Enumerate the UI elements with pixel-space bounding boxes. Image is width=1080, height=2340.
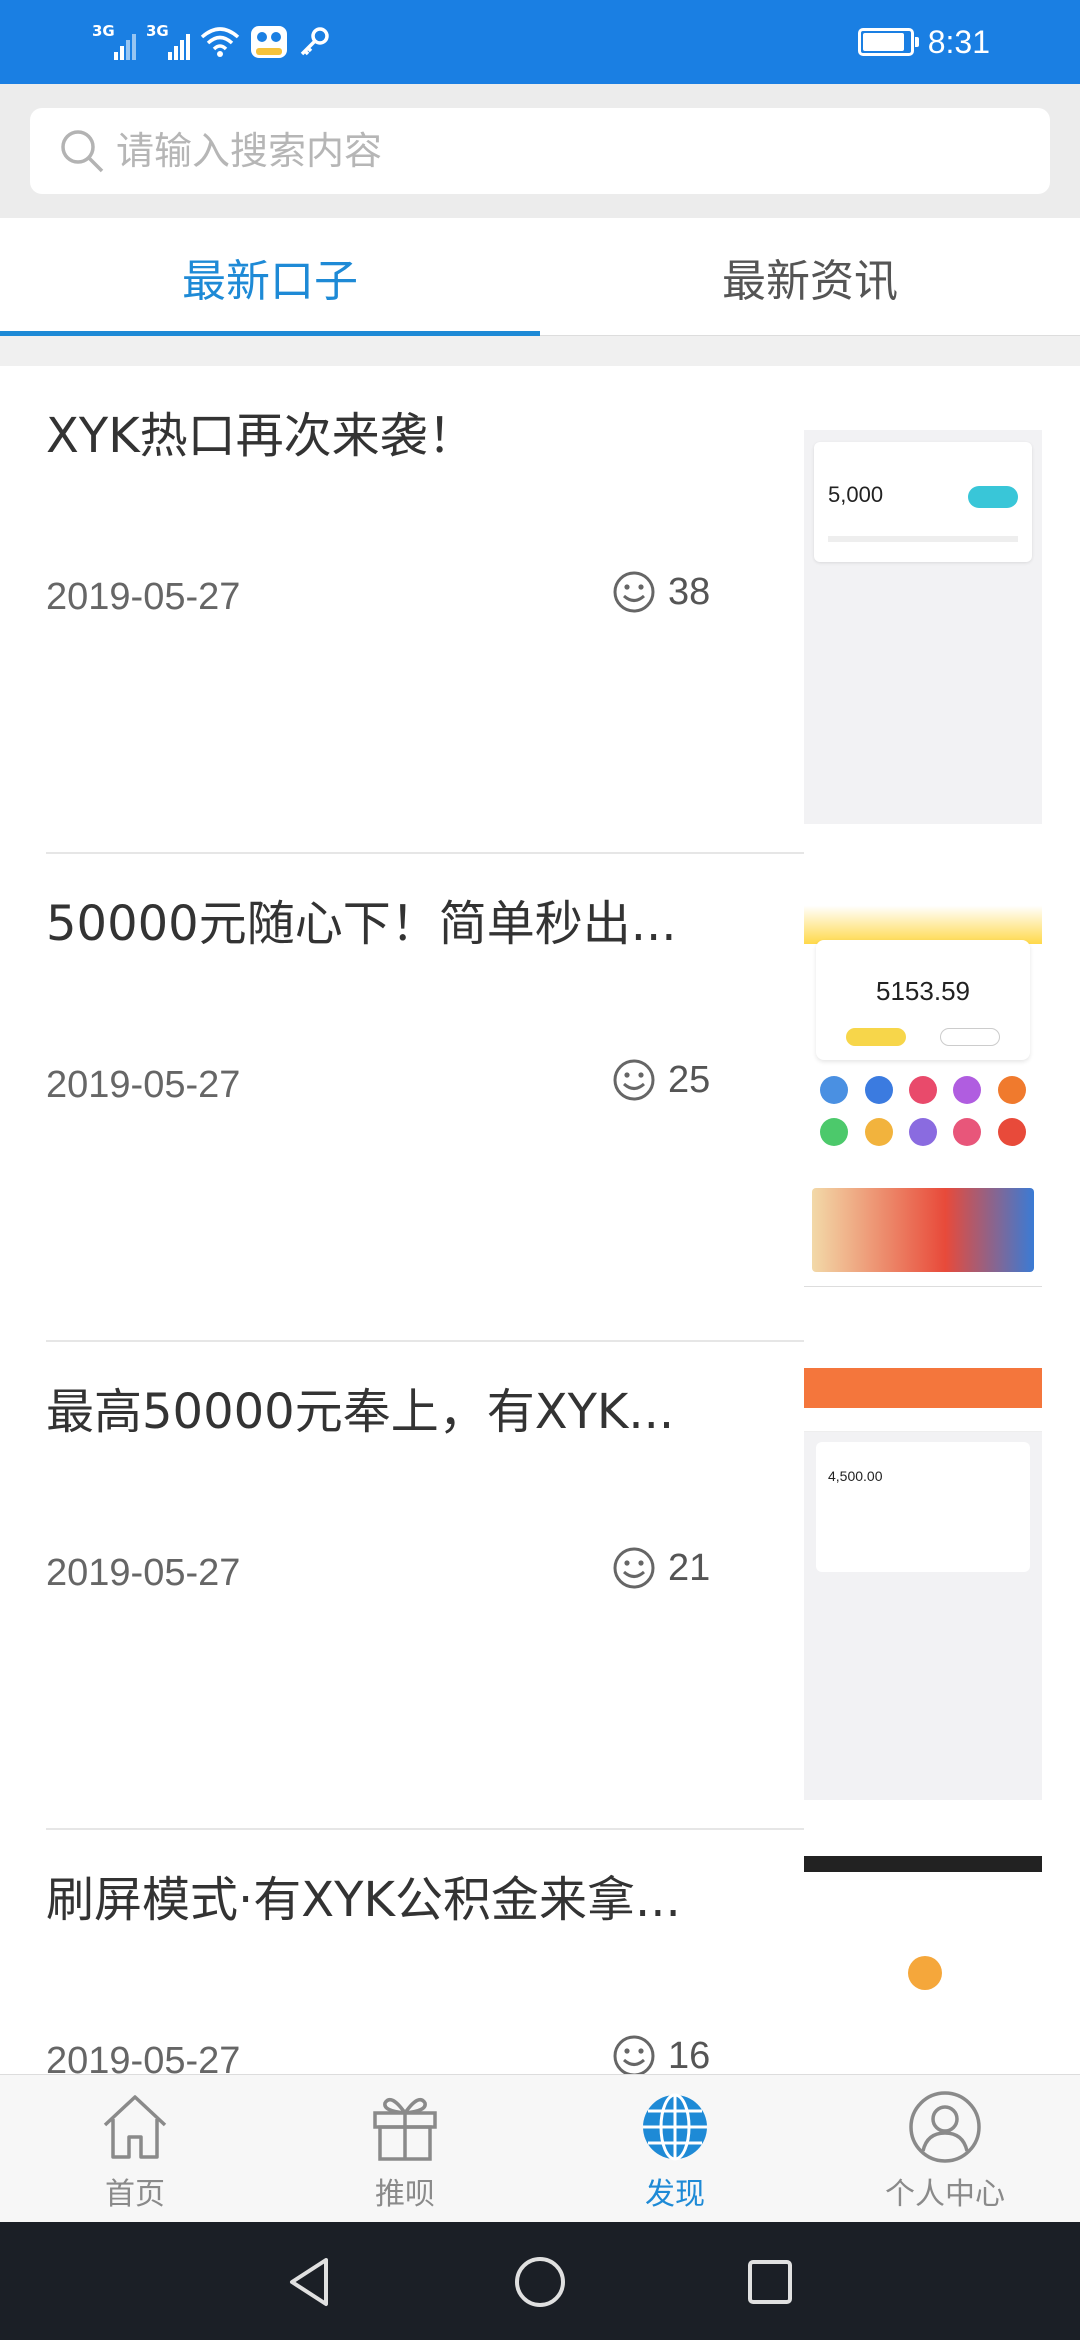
nav-recommend[interactable]: 推呗 (270, 2075, 540, 2223)
wifi-icon (200, 27, 240, 57)
network-type-label: 3G (92, 22, 115, 40)
home-circle-icon[interactable] (512, 2254, 568, 2310)
nav-label: 首页 (105, 2177, 165, 2212)
article-title: XYK热口再次来袭！ (46, 408, 476, 464)
article-date: 2019-05-27 (46, 2040, 241, 2074)
clock: 8:31 (927, 23, 990, 60)
status-left-icons: 3G 3G (92, 20, 330, 64)
smile-icon (613, 1547, 655, 1589)
like-count-value: 21 (668, 1546, 711, 1589)
back-icon[interactable] (282, 2254, 338, 2310)
smile-icon (613, 1059, 655, 1101)
article-date: 2019-05-27 (46, 1064, 241, 1106)
nav-home[interactable]: 首页 (0, 2075, 270, 2223)
battery-fill (862, 33, 904, 51)
nav-profile[interactable]: 个人中心 (810, 2075, 1080, 2223)
globe-icon (643, 2093, 707, 2161)
article-thumbnail: 5153.59 (804, 880, 1042, 1312)
like-count: 25 (612, 1058, 710, 1102)
like-count: 21 (612, 1546, 710, 1590)
list-item[interactable]: 最高50000元奉上，有XYK... 2019-05-27 21 4,500.0… (0, 1342, 1080, 1830)
smile-icon (613, 2035, 655, 2074)
signal-icon: 3G (92, 22, 136, 62)
search-input[interactable] (116, 129, 1016, 173)
nav-label: 个人中心 (885, 2177, 1005, 2212)
bottom-nav: 首页 推呗 发现 个人中心 (0, 2074, 1080, 2222)
status-right: 8:31 (857, 18, 990, 66)
article-thumbnail: 4,500.00 (804, 1368, 1042, 1800)
article-title: 刷屏模式·有XYK公积金来拿... (46, 1872, 681, 1928)
like-count-value: 25 (668, 1058, 711, 1101)
user-icon (909, 2091, 981, 2163)
like-count-value: 38 (668, 570, 711, 613)
like-count: 16 (612, 2034, 710, 2074)
status-bar: 3G 3G 8:31 (0, 0, 1080, 84)
like-count: 38 (612, 570, 710, 614)
key-icon (300, 27, 329, 56)
article-thumbnail (804, 1856, 1042, 2074)
article-date: 2019-05-27 (46, 1552, 241, 1594)
article-list[interactable]: XYK热口再次来袭！ 2019-05-27 38 5,000 50000元随心下… (0, 336, 1080, 2074)
smile-icon (613, 571, 655, 613)
nav-label: 推呗 (375, 2177, 435, 2212)
list-item[interactable]: 刷屏模式·有XYK公积金来拿... 2019-05-27 16 (0, 1830, 1080, 2074)
list-item[interactable]: 50000元随心下！简单秒出... 2019-05-27 25 5153.59 (0, 854, 1080, 1342)
recents-icon[interactable] (742, 2254, 798, 2310)
article-thumbnail: 5,000 (804, 392, 1042, 824)
article-title: 最高50000元奉上，有XYK... (46, 1384, 675, 1440)
article-title: 50000元随心下！简单秒出... (46, 896, 677, 952)
search-icon (61, 130, 104, 173)
system-navigation-bar (0, 2222, 1080, 2340)
signal-icon: 3G (146, 22, 190, 62)
gift-icon (373, 2097, 437, 2161)
search-box[interactable] (30, 108, 1050, 194)
network-type-label: 3G (146, 22, 169, 40)
tab-latest-news[interactable]: 最新资讯 (540, 218, 1080, 336)
tab-label: 最新口子 (182, 256, 358, 307)
like-count-value: 16 (668, 2034, 711, 2075)
search-area (0, 84, 1080, 218)
list-item[interactable]: XYK热口再次来袭！ 2019-05-27 38 5,000 (0, 366, 1080, 854)
tab-label: 最新资讯 (722, 256, 898, 307)
battery-icon (857, 28, 919, 56)
article-date: 2019-05-27 (46, 576, 241, 618)
nav-label: 发现 (645, 2177, 705, 2212)
nav-discover[interactable]: 发现 (540, 2075, 810, 2223)
tab-bar: 最新口子 最新资讯 (0, 218, 1080, 337)
home-icon (103, 2095, 167, 2159)
tab-latest-loans[interactable]: 最新口子 (0, 218, 540, 337)
mascot-app-icon (251, 26, 287, 58)
